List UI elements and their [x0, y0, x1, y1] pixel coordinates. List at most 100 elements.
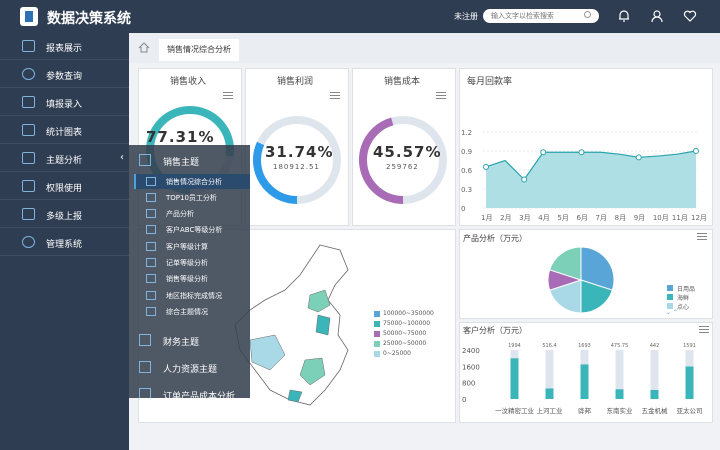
search-icon — [22, 68, 35, 80]
legend-swatch — [374, 341, 380, 347]
x-tick-label: 4月 — [538, 214, 549, 222]
legend-swatch — [667, 285, 673, 291]
bar-data-label: 1693 — [578, 343, 591, 349]
list-icon — [146, 291, 156, 300]
sidebar-item-admin[interactable]: 管理系统 — [0, 229, 129, 256]
submenu-item[interactable]: 客户ABC等级分析 — [134, 222, 250, 237]
pie-legend-item: 海鲜 — [677, 295, 690, 302]
tab-sales-analysis[interactable]: 销售情况综合分析 — [159, 39, 239, 61]
menu-icon[interactable] — [330, 92, 340, 99]
menu-icon[interactable] — [223, 92, 233, 99]
sidebar-item-report-up[interactable]: 多级上报 — [0, 201, 129, 228]
pie-legend-item: 点心 — [677, 304, 690, 311]
submenu-item[interactable]: 销售等级分析 — [134, 271, 250, 286]
data-point — [635, 154, 642, 161]
plus-box-icon — [139, 388, 151, 398]
x-tick-label: 11月 — [672, 214, 688, 222]
submenu-item[interactable]: 销售情况综合分析 — [134, 174, 250, 189]
list-icon — [22, 40, 35, 52]
bar-data-label: 1591 — [683, 343, 696, 349]
app-logo — [20, 7, 38, 26]
heart-icon[interactable] — [683, 9, 697, 23]
y-tick-label: 0 — [462, 396, 466, 404]
bar — [685, 366, 694, 399]
sidebar-item-query[interactable]: 参数查询 — [0, 61, 129, 88]
x-tick-label: 2月 — [500, 214, 511, 222]
chart-icon — [22, 152, 35, 164]
top-bar: 数据决策系统 未注册 — [0, 0, 720, 33]
search-input[interactable] — [483, 9, 599, 23]
legend-swatch — [374, 331, 380, 337]
legend-pager-icon[interactable]: ⌄ ⌃ — [666, 309, 678, 316]
edit-icon — [22, 96, 35, 108]
submenu-group-orders[interactable]: 订单产品成本分析 — [139, 388, 249, 398]
x-tick-label: 东南实业 — [607, 406, 634, 415]
list-icon — [146, 307, 156, 316]
map-legend-item: 100000~350000 — [383, 310, 434, 317]
data-point — [578, 149, 585, 156]
submenu-item[interactable]: 客户等级计算 — [134, 239, 250, 254]
x-tick-label: 亚太公司 — [677, 406, 703, 415]
legend-swatch — [374, 351, 380, 357]
bar-data-label: 516.4 — [542, 343, 556, 349]
list-icon — [146, 209, 156, 218]
plus-box-icon — [139, 334, 151, 346]
x-tick-label: 8月 — [615, 214, 626, 222]
kpi-value: 45.57% — [373, 143, 442, 161]
home-icon[interactable] — [138, 42, 150, 53]
theme-submenu: 销售主题 销售情况综合分析 TOP10员工分析 产品分析 客户ABC等级分析 客… — [129, 145, 250, 398]
submenu-item[interactable]: 产品分析 — [134, 206, 250, 221]
submenu-item[interactable]: TOP10员工分析 — [134, 190, 250, 205]
y-tick-label: 1600 — [462, 363, 480, 371]
bar-data-label: 442 — [650, 343, 660, 349]
y-tick-label: 0.6 — [461, 167, 473, 175]
x-tick-label: 一汶精密工业 — [495, 406, 535, 415]
y-tick-label: 800 — [462, 380, 475, 388]
submenu-item[interactable]: 记单等级分析 — [134, 255, 250, 270]
pie-chart — [547, 246, 615, 314]
sidebar-item-charts[interactable]: 统计图表 — [0, 117, 129, 144]
china-map — [234, 244, 349, 406]
sidebar-item-permission[interactable]: 权限使用 — [0, 173, 129, 200]
list-icon — [146, 258, 156, 267]
x-tick-label: 5月 — [557, 214, 568, 222]
map-legend-item: 75000~100000 — [383, 320, 431, 327]
gear-icon — [22, 236, 35, 248]
x-tick-label: 12月 — [691, 214, 707, 222]
list-icon — [146, 242, 156, 251]
bar-icon — [22, 208, 35, 220]
map-legend-item: 0~25000 — [383, 350, 411, 357]
list-icon — [146, 274, 156, 283]
submenu-item[interactable]: 综合主题情况 — [134, 304, 250, 319]
x-tick-label: 上河工业 — [537, 406, 564, 415]
bar — [650, 389, 659, 399]
list-icon — [146, 193, 156, 202]
x-tick-label: 7月 — [596, 214, 607, 222]
search-icon[interactable] — [584, 11, 591, 18]
legend-swatch — [667, 294, 673, 300]
user-icon[interactable] — [650, 9, 664, 23]
bar-data-label: 1994 — [508, 343, 521, 349]
sidebar-item-entry[interactable]: 填报录入 — [0, 89, 129, 116]
bar-chart: 2400 1600 800 0 1994 一汶精密工业 516.4 上河工业 1693 骅邦 475… — [462, 343, 703, 415]
bar — [510, 358, 519, 399]
legend-swatch — [374, 321, 380, 327]
pie-legend-item: 日用品 — [677, 286, 696, 293]
y-tick-label: 2400 — [462, 347, 480, 355]
kpi-title: 销售成本 — [384, 77, 421, 87]
login-link[interactable]: 未注册 — [454, 11, 478, 22]
data-point — [693, 148, 699, 154]
menu-icon[interactable] — [436, 92, 446, 99]
x-tick-label: 6月 — [576, 214, 587, 222]
sidebar-item-theme[interactable]: 主题分析 ‹ — [0, 145, 129, 172]
legend-swatch — [374, 311, 380, 317]
plus-box-icon — [139, 154, 151, 166]
monitor-icon — [22, 180, 35, 192]
sidebar-item-reports[interactable]: 报表展示 — [0, 33, 129, 60]
submenu-item[interactable]: 地区指标完成情况 — [134, 288, 250, 303]
y-tick-label: 0.3 — [461, 186, 472, 194]
bell-icon[interactable] — [617, 9, 631, 23]
y-tick-label: 0 — [461, 205, 465, 213]
table-icon — [22, 124, 35, 136]
kpi-value: 31.74% — [265, 143, 334, 161]
